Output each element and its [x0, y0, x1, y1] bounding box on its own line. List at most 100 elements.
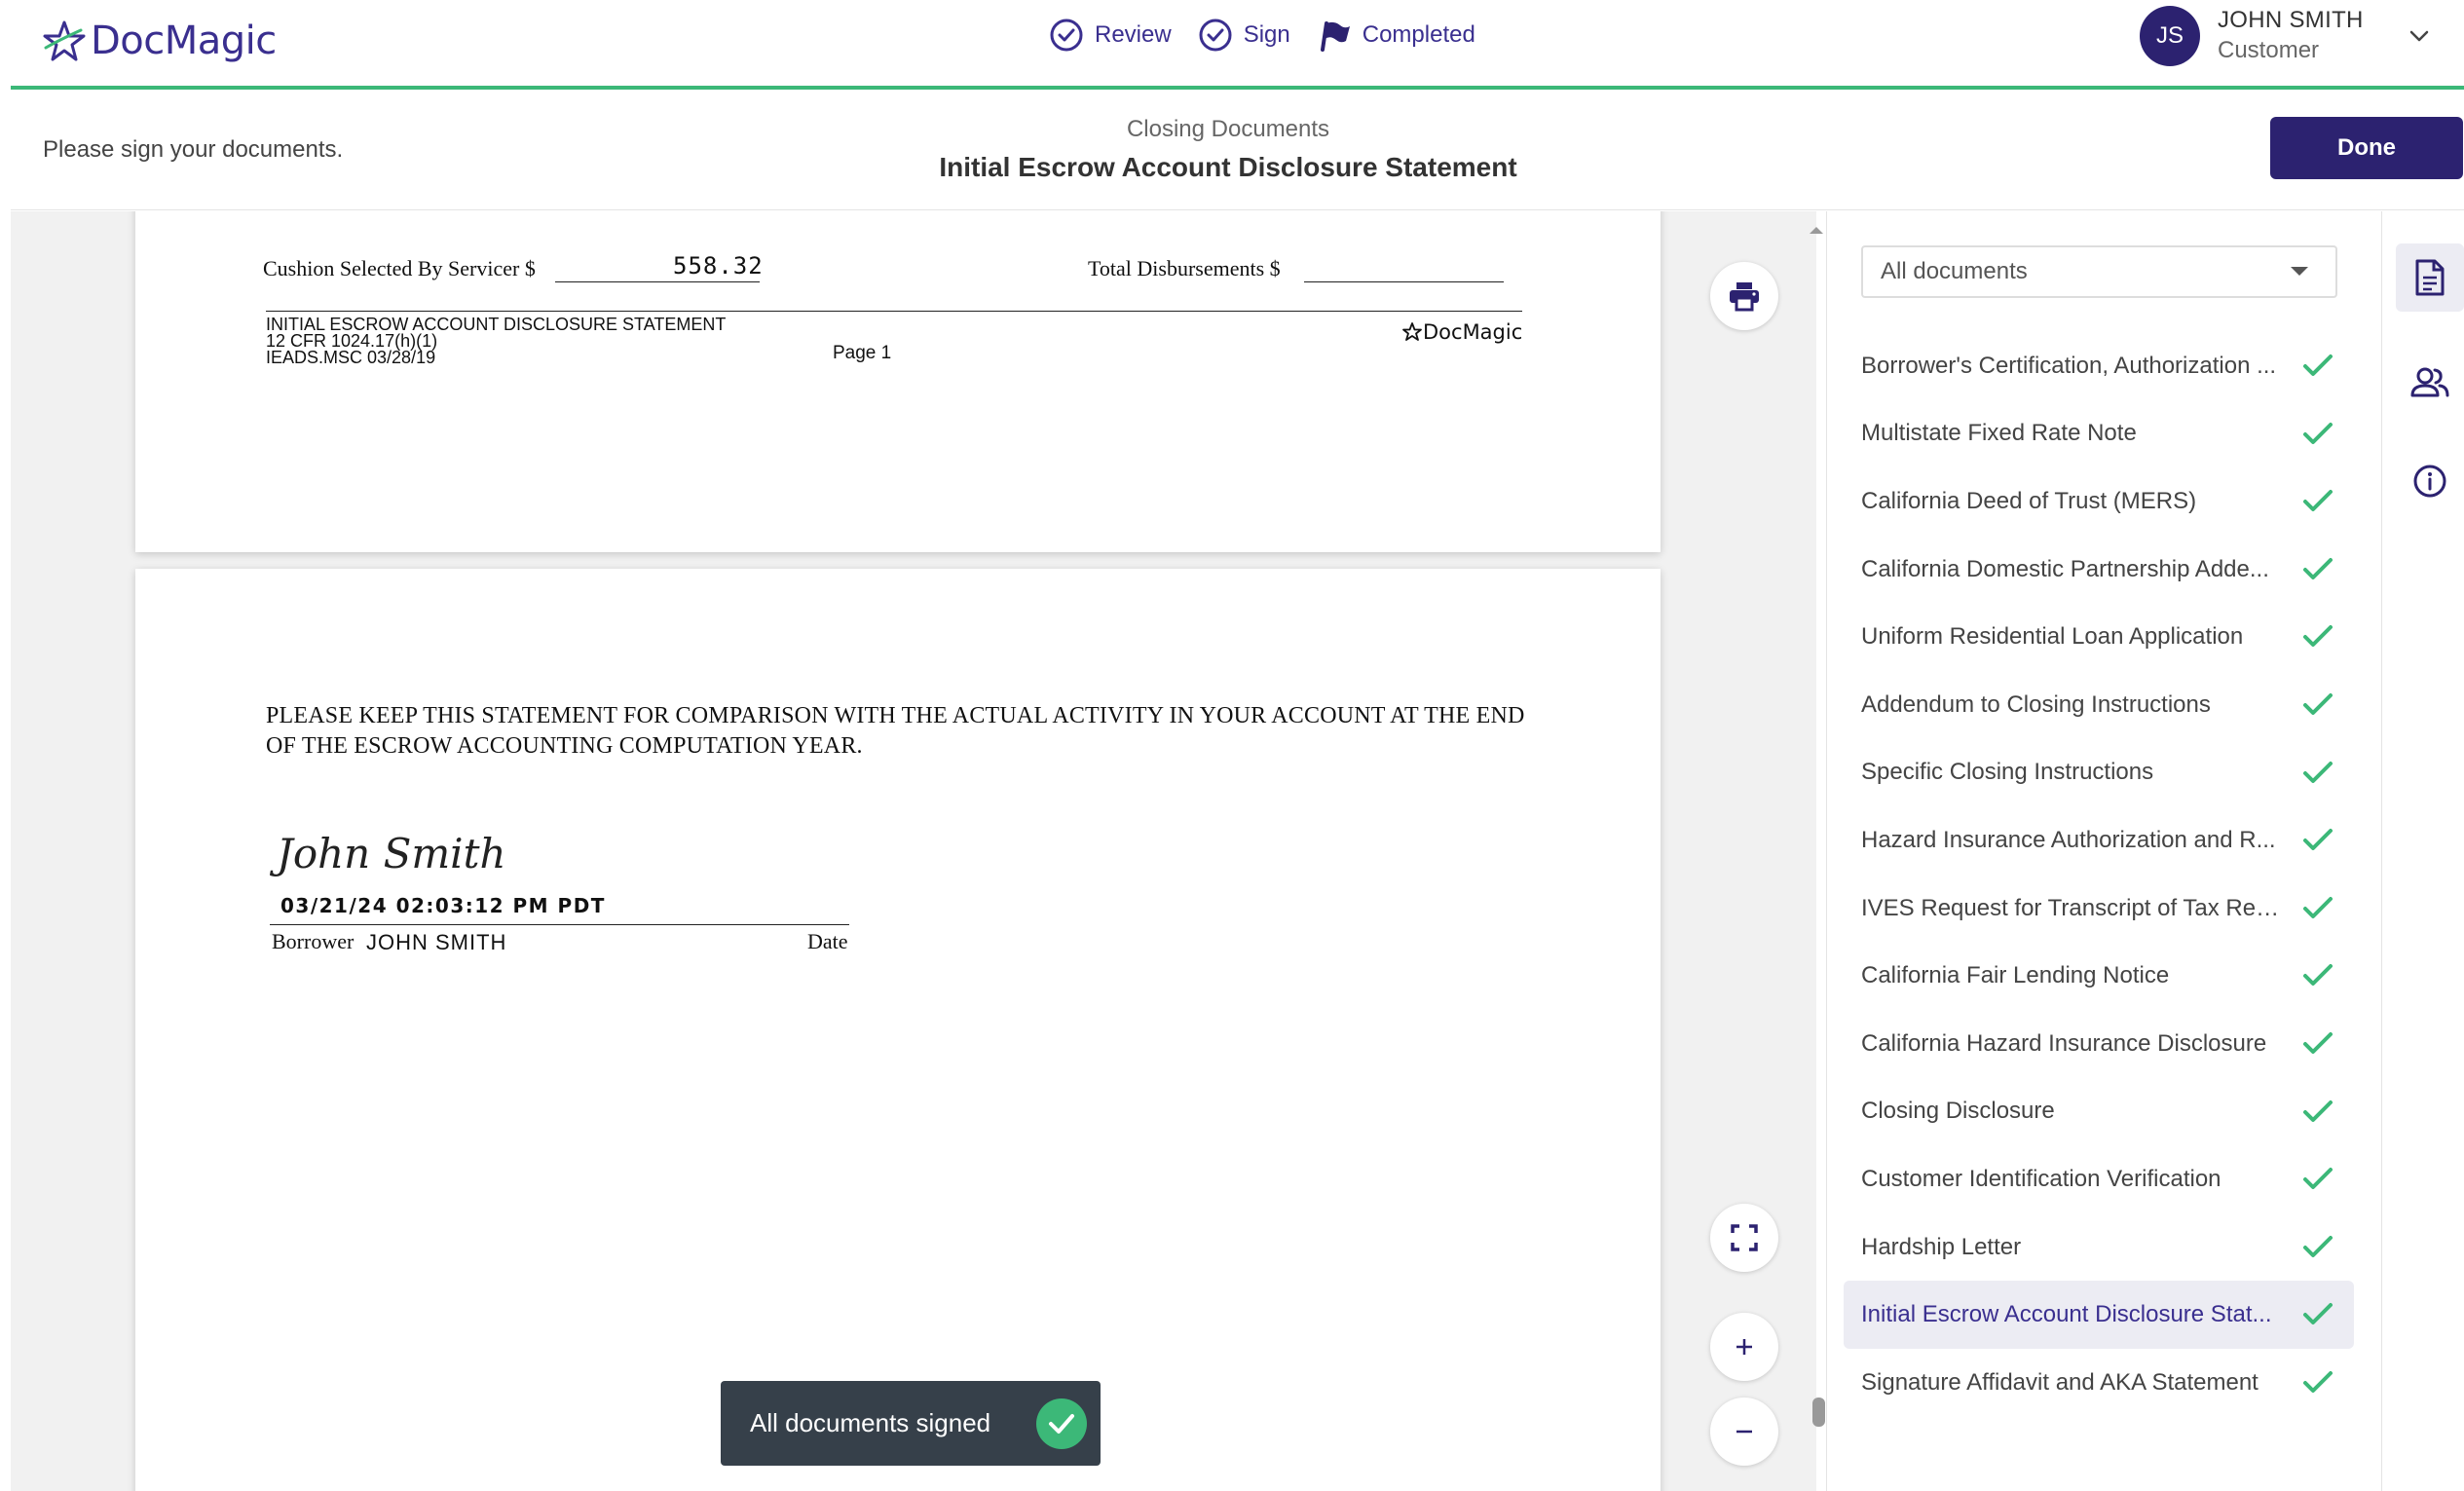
document-list: Borrower's Certification, Authorization … — [1844, 332, 2354, 1417]
signed-check-icon — [2303, 1235, 2333, 1257]
document-list-item[interactable]: Hardship Letter — [1844, 1213, 2354, 1282]
document-list-item-label: Uniform Residential Loan Application — [1861, 623, 2244, 651]
star-logo-icon — [1402, 322, 1422, 341]
printer-icon — [1730, 282, 1759, 312]
step-label: Review — [1095, 21, 1172, 48]
document-list-item[interactable]: Uniform Residential Loan Application — [1844, 603, 2354, 671]
signed-check-icon — [2303, 1303, 2333, 1325]
signature-line — [270, 924, 849, 925]
fullscreen-icon — [1731, 1224, 1758, 1251]
cushion-underline — [555, 281, 760, 282]
document-list-item-label: Signature Affidavit and AKA Statement — [1861, 1368, 2259, 1396]
chevron-down-icon[interactable] — [2405, 21, 2434, 51]
docmagic-logo[interactable]: DocMagic — [42, 10, 277, 72]
check-circle-icon — [1048, 17, 1085, 54]
document-list-item-label: Closing Disclosure — [1861, 1098, 2055, 1125]
signed-check-icon — [2303, 1031, 2333, 1054]
document-list-item-label: California Fair Lending Notice — [1861, 962, 2170, 989]
document-list-item[interactable]: California Deed of Trust (MERS) — [1844, 467, 2354, 536]
cushion-value: 558.32 — [673, 252, 764, 280]
print-button[interactable] — [1710, 262, 1778, 330]
footer-form-code: IEADS.MSC 03/28/19 — [266, 348, 436, 367]
signed-check-icon — [2303, 1100, 2333, 1122]
document-icon — [2415, 259, 2445, 296]
fullscreen-button[interactable] — [1710, 1204, 1778, 1272]
borrower-signature: John Smith — [277, 830, 506, 877]
signature-timestamp: 03/21/24 02:03:12 PM PDT — [280, 894, 606, 917]
signed-check-icon — [2303, 557, 2333, 579]
document-list-item[interactable]: California Domestic Partnership Adde... — [1844, 536, 2354, 604]
signed-check-icon — [2303, 761, 2333, 783]
document-filter-value: All documents — [1881, 258, 2028, 284]
toast-message: All documents signed — [750, 1408, 991, 1437]
document-page-2: PLEASE KEEP THIS STATEMENT FOR COMPARISO… — [135, 569, 1661, 1491]
document-category: Closing Documents — [1126, 116, 1330, 142]
logo-text: DocMagic — [91, 19, 277, 63]
signed-check-icon — [2303, 490, 2333, 512]
info-icon — [2413, 465, 2446, 498]
user-menu[interactable]: JS JOHN SMITH Customer — [2140, 4, 2434, 68]
check-icon — [1036, 1398, 1087, 1449]
step-sign: Sign — [1197, 17, 1290, 54]
page-logo-text: DocMagic — [1423, 320, 1523, 344]
document-list-item-label: Multistate Fixed Rate Note — [1861, 420, 2137, 447]
document-list-item[interactable]: IVES Request for Transcript of Tax Ret..… — [1844, 875, 2354, 943]
document-list-item-label: Initial Escrow Account Disclosure Stat..… — [1861, 1301, 2272, 1328]
done-button[interactable]: Done — [2270, 117, 2463, 179]
document-list-item-label: Borrower's Certification, Authorization … — [1861, 352, 2277, 379]
borrower-name: JOHN SMITH — [366, 930, 507, 954]
signed-check-icon — [2303, 896, 2333, 918]
step-review: Review — [1048, 17, 1172, 54]
zoom-in-button[interactable] — [1710, 1313, 1778, 1381]
document-list-item-label: Customer Identification Verification — [1861, 1165, 2221, 1192]
info-tab-button[interactable] — [2396, 447, 2464, 515]
step-completed: Completed — [1316, 17, 1475, 54]
participants-tab-button[interactable] — [2396, 348, 2464, 416]
borrower-label: Borrower — [272, 929, 355, 953]
document-title-block: Closing Documents Initial Escrow Account… — [887, 115, 1569, 187]
top-navbar: DocMagic Review Sign Completed JS JOHN S… — [11, 0, 2464, 86]
statement-notice: PLEASE KEEP THIS STATEMENT FOR COMPARISO… — [266, 703, 1525, 759]
document-list-item[interactable]: Specific Closing Instructions — [1844, 739, 2354, 807]
document-list-item[interactable]: California Hazard Insurance Disclosure — [1844, 1010, 2354, 1078]
document-list-item[interactable]: Borrower's Certification, Authorization … — [1844, 332, 2354, 400]
signed-check-icon — [2303, 692, 2333, 715]
date-label: Date — [807, 929, 848, 953]
step-label: Sign — [1243, 21, 1290, 48]
document-list-item-label: Specific Closing Instructions — [1861, 759, 2154, 786]
document-list-item[interactable]: Initial Escrow Account Disclosure Stat..… — [1844, 1281, 2354, 1349]
step-label: Completed — [1362, 21, 1475, 48]
signed-check-icon — [2303, 829, 2333, 851]
document-list-item[interactable]: Signature Affidavit and AKA Statement — [1844, 1349, 2354, 1417]
page-number: Page 1 — [833, 343, 892, 363]
signed-check-icon — [2303, 1370, 2333, 1393]
zoom-out-button[interactable] — [1710, 1398, 1778, 1466]
document-header: Please sign your documents. Closing Docu… — [11, 90, 2464, 210]
users-icon — [2410, 367, 2449, 397]
document-list-item[interactable]: Closing Disclosure — [1844, 1078, 2354, 1146]
scroll-up-arrow-icon[interactable] — [1808, 221, 1825, 239]
page-footer: INITIAL ESCROW ACCOUNT DISCLOSURE STATEM… — [266, 316, 726, 367]
document-list-item[interactable]: Customer Identification Verification — [1844, 1145, 2354, 1213]
progress-steps: Review Sign Completed — [1048, 16, 1501, 55]
document-list-item-label: Hardship Letter — [1861, 1233, 2022, 1260]
document-list-item[interactable]: Addendum to Closing Instructions — [1844, 671, 2354, 739]
signed-check-icon — [2303, 354, 2333, 376]
page-logo: DocMagic — [1401, 320, 1522, 344]
document-viewer[interactable]: Cushion Selected By Servicer $ 558.32 To… — [11, 211, 1816, 1491]
document-list-item[interactable]: California Fair Lending Notice — [1844, 942, 2354, 1010]
documents-tab-button[interactable] — [2396, 243, 2464, 312]
flag-icon — [1316, 17, 1353, 54]
document-filter-select[interactable]: All documents — [1861, 245, 2337, 298]
footer-rule — [266, 311, 1522, 312]
sign-instruction: Please sign your documents. — [43, 136, 344, 163]
signed-check-icon — [2303, 1168, 2333, 1190]
document-list-item[interactable]: Hazard Insurance Authorization and R... — [1844, 806, 2354, 875]
document-list-item[interactable]: Multistate Fixed Rate Note — [1844, 400, 2354, 468]
scrollbar-thumb[interactable] — [1812, 1398, 1825, 1427]
document-list-panel: All documents Borrower's Certification, … — [1826, 211, 2381, 1491]
check-circle-icon — [1197, 17, 1234, 54]
toast-notification: All documents signed — [721, 1381, 1101, 1466]
plus-icon — [1736, 1339, 1752, 1355]
document-page-1: Cushion Selected By Servicer $ 558.32 To… — [135, 211, 1661, 552]
